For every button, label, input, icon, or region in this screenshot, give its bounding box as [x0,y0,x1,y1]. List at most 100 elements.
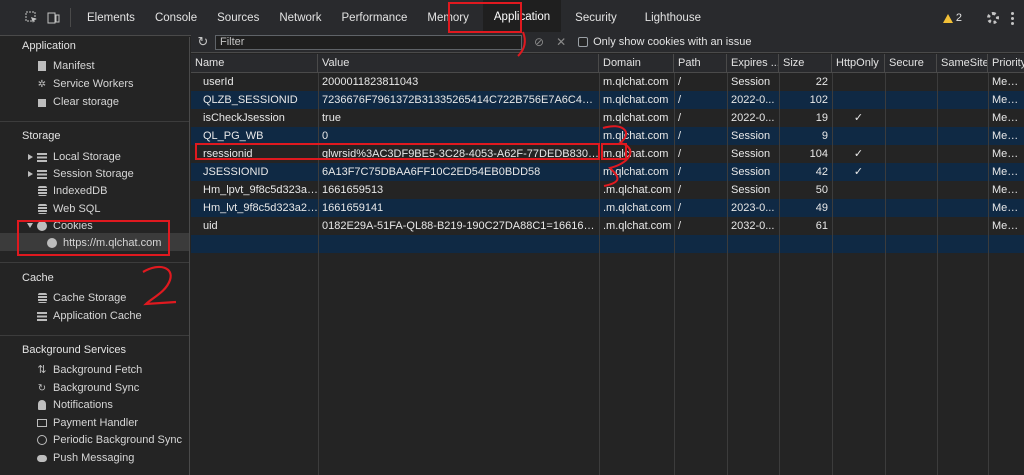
table-row[interactable]: JSESSIONID 6A13F7C75DBAA6FF10C2ED54EB0BDD… [191,163,1024,181]
grid-icon [37,152,47,162]
cell-value: 1661659513 [322,184,384,196]
sidebar-item-label: Push Messaging [53,452,135,464]
sidebar-item-push-messaging[interactable]: Push Messaging [37,450,134,466]
sidebar-item-session-storage[interactable]: Session Storage [37,166,134,182]
tab-lighthouse[interactable]: Lighthouse [635,0,711,35]
column-header-httponly[interactable]: HttpOnly [832,54,885,73]
sidebar-item-service-workers[interactable]: ✲ Service Workers [37,76,134,92]
cell-priority: Mediur [992,130,1024,142]
tab-memory[interactable]: Memory [417,0,479,35]
inspect-element-icon[interactable] [20,0,42,35]
sidebar-item-indexeddb[interactable]: IndexedDB [37,183,107,199]
sidebar-item-cookie-origin[interactable]: https://m.qlchat.com [47,235,161,251]
cell-path: / [678,166,682,178]
filter-input[interactable] [215,34,522,50]
tab-security[interactable]: Security [565,0,627,35]
column-header-expires[interactable]: Expires ... [727,54,779,73]
sync-icon: ↻ [37,382,47,394]
sidebar-item-local-storage[interactable]: Local Storage [37,149,121,165]
refresh-icon[interactable]: ↻ [191,34,215,50]
cell-domain: m.qlchat.com [603,130,669,142]
column-divider [937,73,938,475]
clock-icon [37,435,47,445]
expand-arrow-icon[interactable] [28,154,33,160]
sidebar-item-notifications[interactable]: Notifications [37,397,113,413]
cell-path: / [678,130,682,142]
collapse-arrow-icon[interactable] [27,223,33,228]
cell-name: QLZB_SESSIONID [203,94,298,106]
cell-name: Hm_lvt_9f8c5d323a26... [203,202,318,214]
sidebar-item-manifest[interactable]: Manifest [37,58,95,74]
tab-application[interactable]: Application [482,0,562,35]
column-header-priority[interactable]: Priority [988,54,1024,73]
sidebar-item-payment-handler[interactable]: Payment Handler [37,415,138,431]
section-divider [0,121,189,122]
delete-selected-icon[interactable]: ✕ [556,35,566,49]
cell-samesite [937,199,988,217]
column-header-domain[interactable]: Domain [599,54,674,73]
sidebar-item-cache-storage[interactable]: Cache Storage [37,290,126,306]
tab-sources[interactable]: Sources [207,0,269,35]
table-row[interactable]: Hm_lpvt_9f8c5d323a2... 1661659513 .m.qlcha… [191,181,1024,199]
sidebar-item-background-sync[interactable]: ↻ Background Sync [37,380,139,396]
table-row-empty [191,235,1024,253]
cookie-icon [37,221,47,231]
cell-path: / [678,220,682,232]
cell-httponly: ✓ [853,148,864,160]
cell-httponly: ✓ [853,166,864,178]
sidebar-item-label: Cache Storage [53,292,127,304]
tab-network[interactable]: Network [269,0,331,35]
file-icon [37,61,47,71]
sidebar-item-clear-storage[interactable]: Clear storage [37,94,119,110]
tab-elements[interactable]: Elements [77,0,145,35]
table-row[interactable]: QLZB_SESSIONID 7236676F7961372B3133526541… [191,91,1024,109]
cell-httponly [832,127,885,145]
sidebar-item-label: Notifications [53,399,113,411]
only-issues-checkbox[interactable] [578,37,589,47]
column-divider [599,73,600,475]
only-issues-toggle[interactable]: Only show cookies with an issue [578,36,751,48]
sidebar-item-web-sql[interactable]: Web SQL [37,201,101,217]
cell-value: 0182E29A-51FA-QL88-B219-190C27DA88C1=166… [322,220,599,232]
column-header-name[interactable]: Name [191,54,318,73]
cell-size: 22 [815,76,828,88]
column-header-size[interactable]: Size [779,54,832,73]
expand-arrow-icon[interactable] [28,171,33,177]
more-options-icon[interactable] [1011,11,1014,25]
table-row[interactable]: uid 0182E29A-51FA-QL88-B219-190C27DA88C1=… [191,217,1024,235]
table-row[interactable]: rsessionid qlwrsid%3AC3DF9BE5-3C28-4053-A… [191,145,1024,163]
cell-priority: Mediur [992,184,1024,196]
clear-all-icon[interactable]: ⊘ [534,35,544,49]
sidebar-item-label: Payment Handler [53,417,138,429]
sidebar-item-cookies[interactable]: Cookies [37,218,93,234]
cell-httponly [832,91,885,109]
cell-samesite [937,109,988,127]
section-title-background-services: Background Services [22,344,126,356]
sidebar-item-label: https://m.qlchat.com [63,237,162,249]
cell-priority: Mediur [992,202,1024,214]
cell-domain: .m.qlchat.com [603,220,672,232]
column-header-path[interactable]: Path [674,54,727,73]
cell-secure [885,145,937,163]
table-row[interactable]: Hm_lvt_9f8c5d323a26... 1661659141 .m.qlcha… [191,199,1024,217]
tab-console[interactable]: Console [145,0,207,35]
tab-performance[interactable]: Performance [332,0,418,35]
column-header-value[interactable]: Value [318,54,599,73]
cell-path: / [678,184,682,196]
device-toolbar-icon[interactable] [42,0,64,35]
sidebar-item-periodic-background-sync[interactable]: Periodic Background Sync [37,432,182,448]
cell-path: / [678,148,682,160]
cell-size: 61 [815,220,828,232]
sidebar-item-application-cache[interactable]: Application Cache [37,308,142,324]
sidebar-item-label: Cookies [53,220,93,232]
table-row[interactable]: userId 2000011823811043 m.qlchat.com / Sessi… [191,73,1024,91]
column-header-secure[interactable]: Secure [885,54,937,73]
sidebar-item-background-fetch[interactable]: ⇅ Background Fetch [37,362,142,378]
issues-counter[interactable]: 2 [942,12,962,24]
column-header-samesite[interactable]: SameSite [937,54,988,73]
cell-name: userId [203,76,234,88]
table-row[interactable]: isCheckJsession true m.qlchat.com / 2022-0..… [191,109,1024,127]
settings-gear-icon[interactable] [987,12,999,24]
table-row[interactable]: QL_PG_WB 0 m.qlchat.com / Session 9 Mediur [191,127,1024,145]
column-divider [674,73,675,475]
